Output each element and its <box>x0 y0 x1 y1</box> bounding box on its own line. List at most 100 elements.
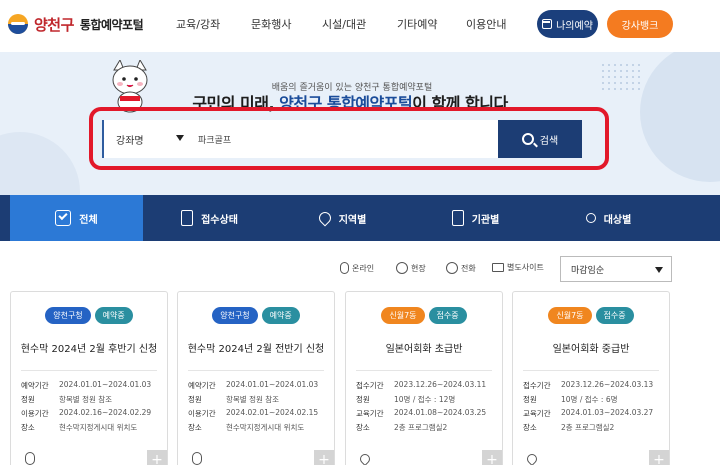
tab-all[interactable]: 전체 <box>10 195 143 241</box>
info-row: 교육기간 2024.01.08~2024.03.25 <box>356 408 486 422</box>
header: 양천구 통합예약포털 교육/강좌 문화행사 시설/대관 기타예약 이용안내 나의… <box>0 0 720 52</box>
my-reservation-label: 나의예약 <box>556 20 593 32</box>
info-row: 이용기간 2024.02.01~2024.02.15 <box>188 408 318 422</box>
info-key: 정원 <box>523 395 537 404</box>
card-title[interactable]: 일본어회화 초급반 <box>346 340 502 355</box>
status-badge: 예약중 <box>261 307 300 324</box>
search-icon <box>521 133 534 145</box>
card-badges: 신월7동 접수중 <box>513 307 669 324</box>
logo-emblem-icon <box>8 14 28 34</box>
info-row: 정원 10명 / 접수 : 12명 <box>356 394 486 408</box>
card-badges: 양천구청 예약중 <box>178 307 334 324</box>
info-row: 정원 10명 / 접수 : 6명 <box>523 394 653 408</box>
info-value: 2층 프로그램실2 <box>561 423 615 432</box>
legend-online[interactable]: 온라인 <box>340 262 374 274</box>
sort-select[interactable]: 마감임순 <box>560 256 672 282</box>
info-key: 예약기간 <box>21 381 49 390</box>
page: 양천구 통합예약포털 교육/강좌 문화행사 시설/대관 기타예약 이용안내 나의… <box>0 0 720 465</box>
info-value: 10명 / 접수 : 6명 <box>561 395 618 404</box>
legend-phone[interactable]: 전화 <box>446 262 476 274</box>
tab-label: 지역별 <box>338 214 367 226</box>
info-key: 장소 <box>188 423 202 432</box>
info-value: 현수막지정게시대 위치도 <box>226 423 305 432</box>
info-key: 장소 <box>356 423 370 432</box>
course-card[interactable]: 양천구청 예약중 현수막 2024년 2월 전반기 신청 예약기간 2024.01… <box>177 291 335 465</box>
legend-external[interactable]: 별도사이트 <box>492 262 544 273</box>
info-key: 장소 <box>523 423 537 432</box>
instructor-bank-label: 강사뱅크 <box>621 20 659 32</box>
tab-region[interactable]: 지역별 <box>276 195 409 241</box>
info-value: 항목별 정원 참조 <box>226 395 280 404</box>
plus-icon[interactable]: + <box>649 450 669 465</box>
info-key: 정원 <box>21 395 35 404</box>
info-key: 정원 <box>356 395 370 404</box>
decor-dots <box>600 62 640 92</box>
info-key: 예약기간 <box>188 381 216 390</box>
map-pin-icon <box>396 262 408 274</box>
info-value: 2층 프로그램실2 <box>394 423 448 432</box>
info-value: 2024.02.01~2024.02.15 <box>226 408 319 417</box>
site-logo[interactable]: 양천구 통합예약포털 <box>8 12 144 36</box>
course-card[interactable]: 신월7동 접수중 일본어회화 초급반 접수기간 2023.12.26~2024.0… <box>345 291 503 465</box>
people-icon <box>585 213 596 223</box>
plus-icon[interactable]: + <box>482 450 502 465</box>
card-badges: 신월7동 접수중 <box>346 307 502 324</box>
card-title[interactable]: 현수막 2024년 2월 후반기 신청 <box>11 340 167 355</box>
tab-label: 전체 <box>79 214 98 226</box>
info-row: 장소 현수막지정게시대 위치도 <box>188 422 318 436</box>
info-key: 접수기간 <box>523 381 551 390</box>
course-card[interactable]: 양천구청 예약중 현수막 2024년 2월 후반기 신청 예약기간 2024.01… <box>10 291 168 465</box>
search-button[interactable]: 검색 <box>498 120 582 158</box>
card-badges: 양천구청 예약중 <box>11 307 167 324</box>
info-value: 항목별 정원 참조 <box>59 395 113 404</box>
tab-status[interactable]: 접수상태 <box>143 195 276 241</box>
nav-facility[interactable]: 시설/대관 <box>322 16 366 32</box>
nav-culture[interactable]: 문화행사 <box>251 16 291 32</box>
card-title[interactable]: 현수막 2024년 2월 전반기 신청 <box>178 340 334 355</box>
legend-phone-label: 전화 <box>461 263 476 273</box>
legend-external-label: 별도사이트 <box>507 263 544 272</box>
info-row: 예약기간 2024.01.01~2024.01.03 <box>188 380 318 394</box>
org-badge: 양천구청 <box>212 307 258 324</box>
hero-banner: 배움의 즐거움이 있는 양천구 통합예약포털 구민의 미래, 양천구 통합예약포… <box>0 52 720 195</box>
mouse-icon <box>25 452 35 465</box>
instructor-bank-button[interactable]: 강사뱅크 <box>607 10 673 38</box>
tab-institution[interactable]: 기관별 <box>409 195 542 241</box>
nav-education[interactable]: 교육/강좌 <box>176 16 220 32</box>
logo-subtitle: 통합예약포털 <box>79 17 144 32</box>
chevron-down-icon <box>176 135 184 141</box>
info-row: 교육기간 2024.01.03~2024.03.27 <box>523 408 653 422</box>
info-value: 2023.12.26~2024.03.13 <box>561 380 654 389</box>
plus-icon[interactable]: + <box>147 450 167 465</box>
legend-onsite[interactable]: 현장 <box>396 262 426 274</box>
tab-label: 대상별 <box>603 214 632 226</box>
card-info: 예약기간 2024.01.01~2024.01.03 정원 항목별 정원 참조 이용… <box>21 380 151 436</box>
mouse-icon <box>192 452 202 465</box>
tab-label: 접수상태 <box>201 214 238 226</box>
info-row: 접수기간 2023.12.26~2024.03.11 <box>356 380 486 394</box>
info-key: 이용기간 <box>188 409 216 418</box>
nav-other[interactable]: 기타예약 <box>397 16 437 32</box>
search-input[interactable] <box>192 120 500 158</box>
logo-title: 양천구 <box>34 15 74 34</box>
tab-target[interactable]: 대상별 <box>542 195 675 241</box>
info-key: 정원 <box>188 395 202 404</box>
status-badge: 예약중 <box>94 307 133 324</box>
map-pin-icon <box>316 209 334 227</box>
sort-value: 마감임순 <box>571 265 605 276</box>
plus-icon[interactable]: + <box>314 450 334 465</box>
card-title[interactable]: 일본어회화 중급반 <box>513 340 669 355</box>
info-key: 교육기간 <box>356 409 384 418</box>
category-tabs: 전체 접수상태 지역별 기관별 대상별 <box>0 195 720 241</box>
status-badge: 접수중 <box>595 307 634 324</box>
search-category-select[interactable]: 강좌명 <box>104 120 192 158</box>
info-key: 이용기간 <box>21 409 49 418</box>
nav-guide[interactable]: 이용안내 <box>466 16 506 32</box>
org-badge: 신월7동 <box>548 307 592 324</box>
divider <box>188 370 324 371</box>
course-card[interactable]: 신월7동 접수중 일본어회화 중급반 접수기간 2023.12.26~2024.0… <box>512 291 670 465</box>
info-value: 2024.01.03~2024.03.27 <box>561 408 654 417</box>
my-reservation-button[interactable]: 나의예약 <box>537 10 598 38</box>
info-row: 이용기간 2024.02.16~2024.02.29 <box>21 408 151 422</box>
info-key: 접수기간 <box>356 381 384 390</box>
